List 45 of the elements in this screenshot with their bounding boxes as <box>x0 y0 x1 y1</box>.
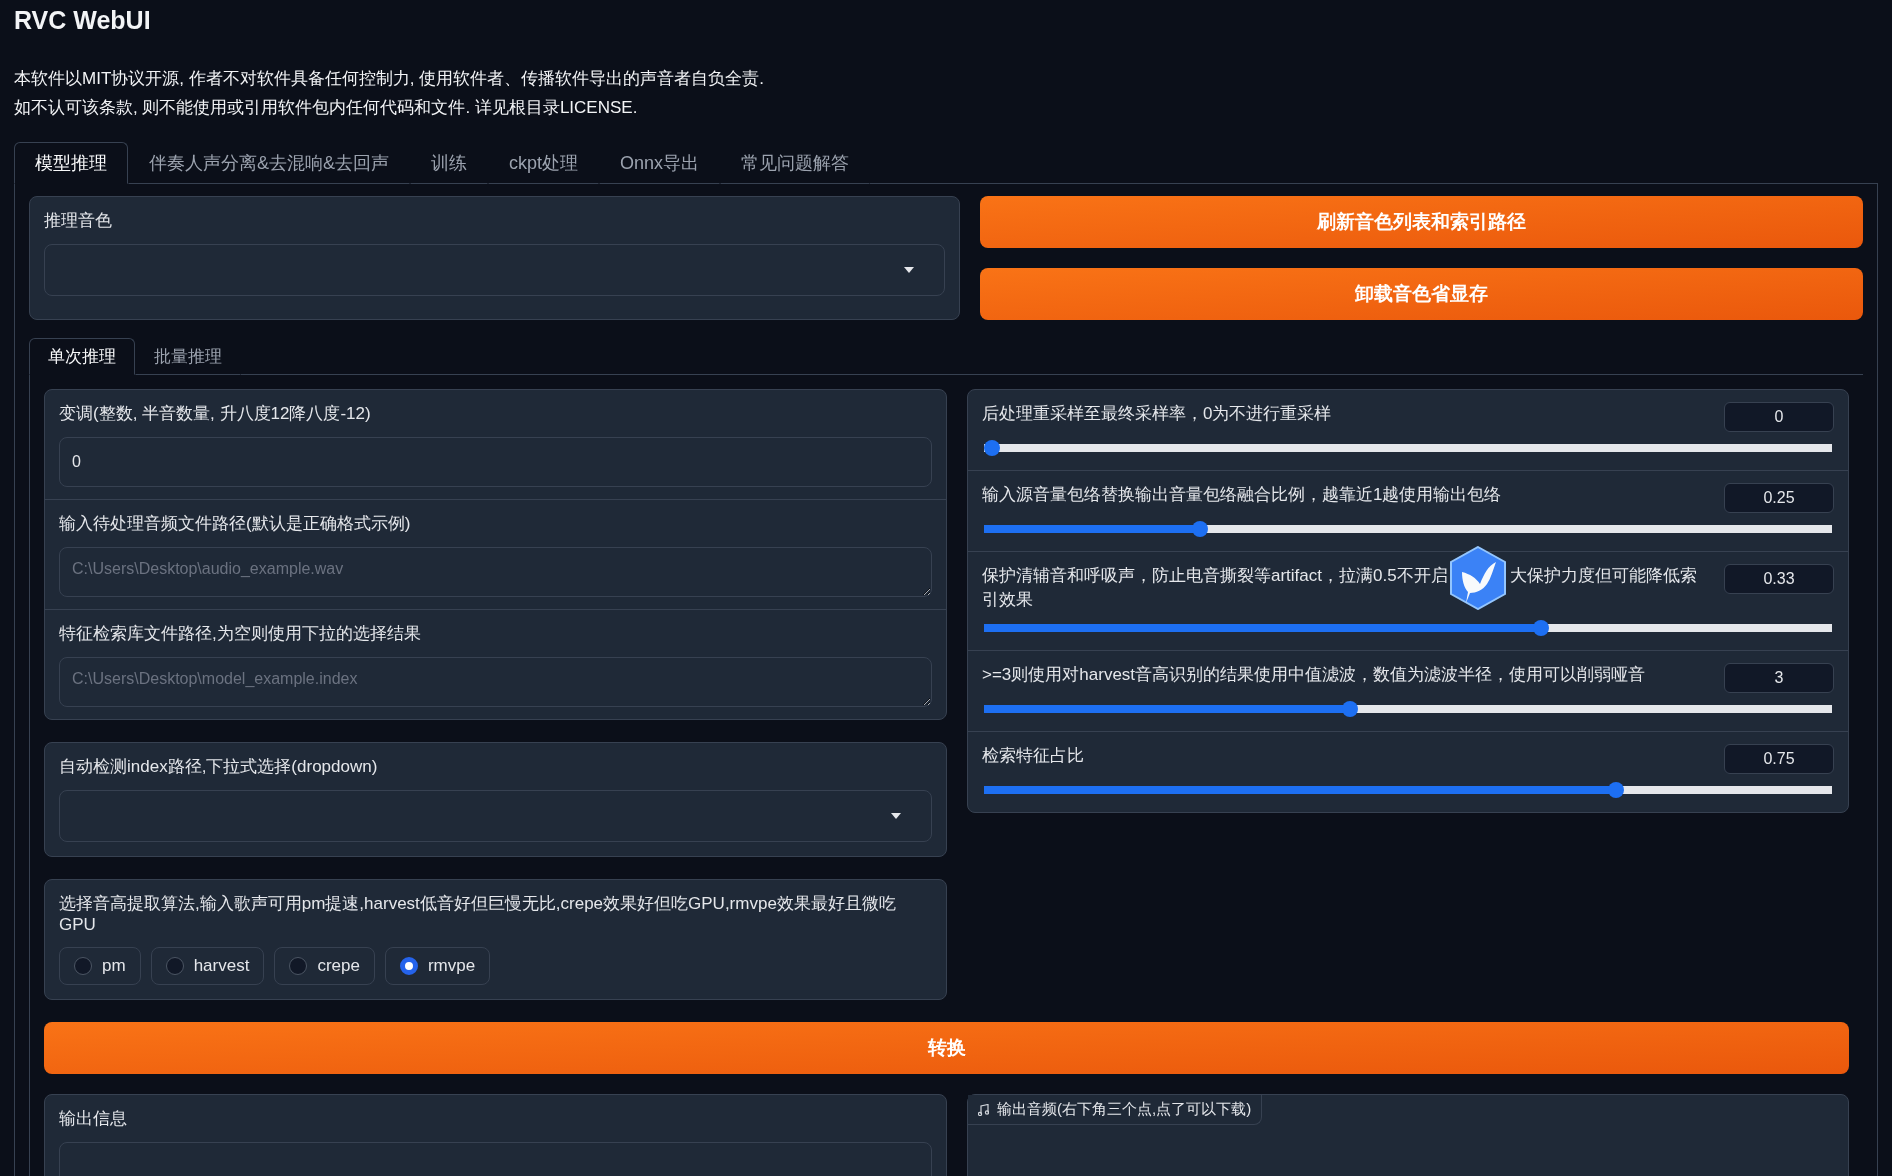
tab[interactable]: 单次推理 <box>29 338 135 375</box>
slider-thumb[interactable] <box>1192 521 1208 537</box>
slider-label: 大保护力度但可能降低索 <box>1509 565 1697 587</box>
tab[interactable]: Onnx导出 <box>599 142 721 184</box>
field-label: 推理音色 <box>44 210 113 232</box>
slider-label: 保护清辅音和呼吸声，防止电音撕裂等artifact，拉满0.5不开启 <box>982 565 1448 587</box>
field-label: 输入待处理音频文件路径(默认是正确格式示例) <box>59 513 412 535</box>
tab[interactable]: 常见问题解答 <box>720 142 871 184</box>
tab[interactable]: 批量推理 <box>135 338 241 375</box>
field-label: 选择音高提取算法,输入歌声可用pm提速,harvest低音好但巨慢无比,crepe效果好但吃GPU,rmvpe效果最好且微吃GPU <box>59 893 897 935</box>
radio-option[interactable]: harvest <box>150 947 265 985</box>
slider-label: 输入源音量包络替换输出音量包络融合比例，越靠近1越使用输出包络 <box>982 484 1502 506</box>
field-label: 自动检测index路径,下拉式选择(dropdown) <box>59 756 379 778</box>
input-field[interactable]: 0 <box>59 437 932 487</box>
field-label: 变调(整数, 半音数量, 升八度12降八度-12) <box>59 403 372 425</box>
slider-thumb[interactable] <box>1608 782 1624 798</box>
license-notice: 本软件以MIT协议开源, 作者不对软件具备任何控制力, 使用软件者、传播软件导出的声音者自负全责. <box>14 68 765 90</box>
number-field[interactable]: 0.25 <box>1724 483 1834 513</box>
slider-thumb[interactable] <box>1533 620 1550 636</box>
field-label: 特征检索库文件路径,为空则使用下拉的选择结果 <box>59 623 422 645</box>
license-notice: 如不认可该条款, 则不能使用或引用软件包内任何代码和文件. 详见根目录LICENSE. <box>14 97 639 119</box>
input-field[interactable]: C:\Users\Desktop\model_example.index <box>59 657 932 707</box>
radio-option[interactable]: crepe <box>274 947 375 985</box>
number-field[interactable]: 0 <box>1724 402 1834 432</box>
slider-thumb[interactable] <box>984 440 1000 456</box>
music-note-icon <box>978 1103 989 1116</box>
radio-option[interactable]: rmvpe <box>384 947 491 985</box>
slider-label: >=3则使用对harvest音高识别的结果使用中值滤波，数值为滤波半径，使用可以削弱哑音 <box>982 664 1646 686</box>
audio-label-text: 输出音频(右下角三个点,点了可以下载) <box>997 1100 1252 1119</box>
radio-option[interactable]: pm <box>59 947 141 985</box>
slider-label: 引效果 <box>982 589 1033 611</box>
app-title: RVC WebUI <box>14 5 152 36</box>
tab[interactable]: 模型推理 <box>14 142 128 184</box>
slider-label: 检索特征占比 <box>982 745 1084 767</box>
number-field[interactable]: 0.75 <box>1724 744 1834 774</box>
caret-icon <box>891 813 901 819</box>
tab[interactable]: ckpt处理 <box>488 142 600 184</box>
caret-icon <box>904 267 914 273</box>
input-field[interactable]: C:\Users\Desktop\audio_example.wav <box>59 547 932 597</box>
number-field[interactable]: 3 <box>1724 663 1834 693</box>
slider-label: 后处理重采样至最终采样率，0为不进行重采样 <box>982 403 1332 425</box>
tab[interactable]: 训练 <box>410 142 488 184</box>
number-field[interactable]: 0.33 <box>1724 564 1834 594</box>
field-label: 输出信息 <box>59 1108 128 1130</box>
tab[interactable]: 伴奏人声分离&去混响&去回声 <box>128 142 410 184</box>
